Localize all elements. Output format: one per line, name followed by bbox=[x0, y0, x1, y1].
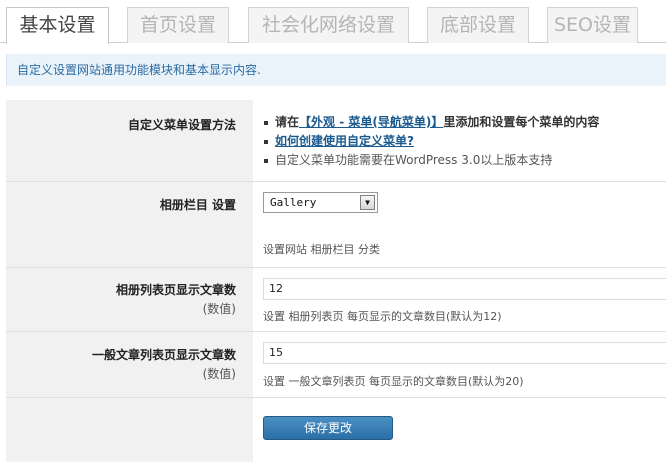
gallery-setting-content: Gallery ▼ 设置网站 相册栏目 分类 bbox=[263, 192, 663, 262]
version-requirement-text: 自定义菜单功能需要在WordPress 3.0以上版本支持 bbox=[275, 153, 553, 167]
how-to-create-menu-link[interactable]: 如何创建使用自定义菜单? bbox=[275, 134, 414, 148]
tab-home-settings[interactable]: 首页设置 bbox=[127, 7, 229, 43]
gallery-hint: 设置网站 相册栏目 分类 bbox=[263, 243, 380, 256]
post-count-input[interactable]: 15 bbox=[263, 342, 666, 364]
post-count-hint: 设置 一般文章列表页 每页显示的文章数目(默认为20) bbox=[263, 375, 524, 388]
album-count-sublabel: (数值) bbox=[202, 302, 236, 316]
gallery-category-select[interactable]: Gallery ▼ bbox=[263, 192, 378, 213]
album-count-row: 相册列表页显示文章数 (数值) 12 设置 相册列表页 每页显示的文章数目(默认… bbox=[6, 268, 666, 332]
list-item: 如何创建使用自定义菜单? bbox=[263, 132, 599, 151]
tab-bar: 基本设置 首页设置 社会化网络设置 底部设置 SEO设置 bbox=[0, 0, 666, 44]
notice-banner: 自定义设置网站通用功能模块和基本显示内容. bbox=[6, 54, 666, 86]
album-count-input[interactable]: 12 bbox=[263, 278, 666, 300]
chevron-down-icon[interactable]: ▼ bbox=[360, 195, 375, 210]
gallery-setting-label: 相册栏目 设置 bbox=[159, 198, 236, 212]
post-count-content: 15 设置 一般文章列表页 每页显示的文章数目(默认为20) bbox=[263, 342, 666, 392]
instruction-prefix: 请在 bbox=[275, 115, 300, 129]
menu-setting-label: 自定义菜单设置方法 bbox=[127, 118, 236, 132]
save-button[interactable]: 保存更改 bbox=[263, 416, 393, 440]
settings-form: 自定义菜单设置方法 请在【外观 - 菜单(导航菜单)】里添加和设置每个菜单的内容… bbox=[6, 100, 666, 462]
instruction-suffix: 里添加和设置每个菜单的内容 bbox=[443, 115, 600, 129]
appearance-menu-link[interactable]: 【外观 - 菜单(导航菜单)】 bbox=[299, 115, 443, 129]
album-count-label: 相册列表页显示文章数 bbox=[115, 283, 236, 297]
album-count-hint: 设置 相册列表页 每页显示的文章数目(默认为12) bbox=[263, 310, 502, 323]
menu-instructions-list: 请在【外观 - 菜单(导航菜单)】里添加和设置每个菜单的内容 如何创建使用自定义… bbox=[263, 113, 599, 170]
list-item: 自定义菜单功能需要在WordPress 3.0以上版本支持 bbox=[263, 151, 599, 170]
post-count-row: 一般文章列表页显示文章数 (数值) 15 设置 一般文章列表页 每页显示的文章数… bbox=[6, 332, 666, 398]
list-item: 请在【外观 - 菜单(导航菜单)】里添加和设置每个菜单的内容 bbox=[263, 113, 599, 132]
gallery-selected-value: Gallery bbox=[270, 196, 317, 209]
menu-setting-content: 请在【外观 - 菜单(导航菜单)】里添加和设置每个菜单的内容 如何创建使用自定义… bbox=[263, 113, 599, 170]
tab-social-network-settings[interactable]: 社会化网络设置 bbox=[248, 7, 409, 43]
post-count-sublabel: (数值) bbox=[202, 367, 236, 381]
gallery-setting-row: 相册栏目 设置 Gallery ▼ 设置网站 相册栏目 分类 bbox=[6, 182, 666, 268]
tab-footer-settings[interactable]: 底部设置 bbox=[427, 7, 529, 43]
tab-basic-settings[interactable]: 基本设置 bbox=[6, 7, 109, 44]
tab-seo-settings[interactable]: SEO设置 bbox=[547, 7, 638, 43]
post-count-label: 一般文章列表页显示文章数 bbox=[91, 348, 236, 362]
menu-setting-row: 自定义菜单设置方法 请在【外观 - 菜单(导航菜单)】里添加和设置每个菜单的内容… bbox=[6, 100, 666, 182]
album-count-content: 12 设置 相册列表页 每页显示的文章数目(默认为12) bbox=[263, 278, 666, 328]
